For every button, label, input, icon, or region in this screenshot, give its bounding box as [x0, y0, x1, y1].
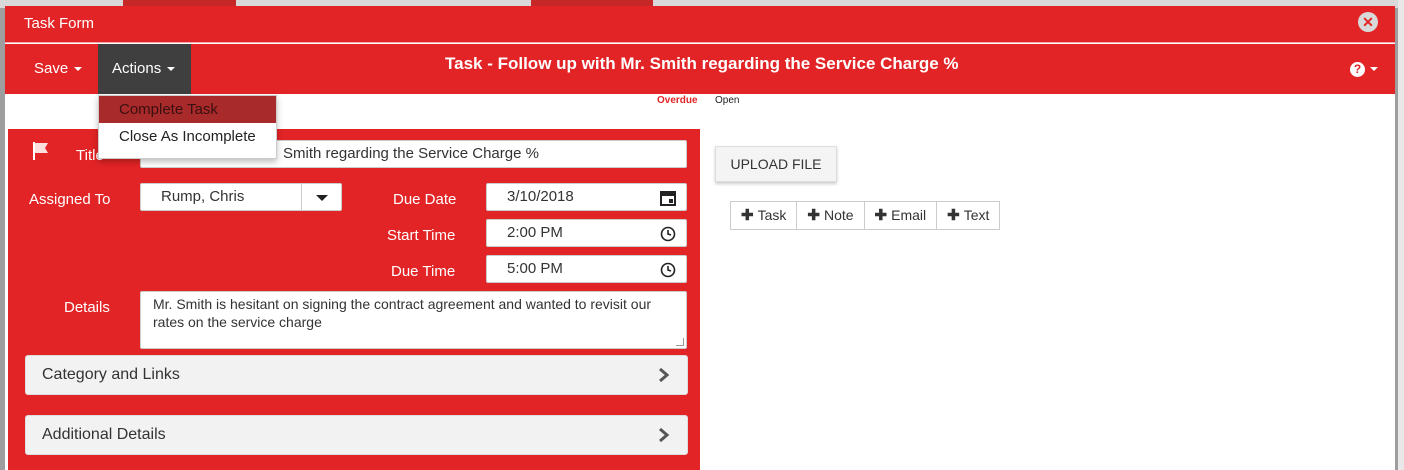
plus-icon: ✚: [807, 207, 820, 224]
clock-icon[interactable]: [660, 262, 676, 278]
add-email-label: Email: [891, 207, 927, 223]
due-date-field[interactable]: 3/10/2018: [486, 183, 687, 211]
due-time-field[interactable]: 5:00 PM: [486, 255, 687, 283]
plus-icon: ✚: [874, 207, 888, 224]
caret-down-icon: [167, 67, 176, 72]
plus-icon: ✚: [947, 207, 960, 224]
add-note-button[interactable]: ✚ Note: [796, 201, 865, 230]
caret-down-icon: [1370, 67, 1378, 72]
modal-title-bar: Task Form ✕: [5, 6, 1395, 43]
caret-down-icon: [74, 67, 83, 72]
flag-icon: [33, 142, 48, 160]
add-item-button-group: ✚ Task ✚ Note ✚ Email ✚ Text: [730, 201, 1001, 230]
assigned-to-select[interactable]: Rump, Chris: [140, 183, 342, 211]
due-time-label: Due Time: [391, 263, 456, 280]
background-app-edge: [1398, 0, 1404, 470]
chevron-right-icon: [659, 367, 670, 383]
add-email-button[interactable]: ✚ Email: [863, 201, 938, 230]
details-value: Mr. Smith is hesitant on signing the con…: [153, 296, 652, 330]
form-toolbar: Save Actions Task - Follow up with Mr. S…: [5, 44, 1395, 94]
start-time-label: Start Time: [387, 227, 456, 244]
additional-details-label: Additional Details: [42, 426, 166, 443]
calendar-icon[interactable]: [660, 190, 676, 206]
add-note-label: Note: [823, 207, 854, 223]
task-form-modal: Task Form ✕ Save Actions Task - Follow u…: [5, 6, 1395, 470]
start-time-value: 2:00 PM: [507, 224, 563, 241]
add-task-button[interactable]: ✚ Task: [730, 201, 798, 230]
modal-title: Task Form: [24, 15, 95, 32]
details-textarea[interactable]: Mr. Smith is hesitant on signing the con…: [140, 291, 687, 349]
task-form-panel: Title Smith regarding the Service Charge…: [8, 129, 700, 470]
close-as-incomplete-menu-item[interactable]: Close As Incomplete: [99, 123, 276, 150]
save-label: Save: [34, 60, 69, 77]
assigned-to-label: Assigned To: [29, 191, 111, 208]
actions-dropdown-menu: Complete Task Close As Incomplete: [98, 95, 277, 159]
due-date-value: 3/10/2018: [507, 188, 574, 205]
help-icon: ?: [1350, 61, 1365, 77]
task-heading: Task - Follow up with Mr. Smith regardin…: [445, 54, 959, 73]
start-time-field[interactable]: 2:00 PM: [486, 219, 687, 247]
assigned-to-value: Rump, Chris: [161, 188, 245, 205]
details-label: Details: [64, 299, 110, 316]
due-time-value: 5:00 PM: [507, 260, 563, 277]
additional-details-section[interactable]: Additional Details: [25, 415, 688, 455]
resize-handle[interactable]: [676, 338, 684, 346]
chevron-right-icon: [659, 427, 670, 443]
category-links-label: Category and Links: [42, 366, 180, 383]
plus-icon: ✚: [741, 207, 754, 224]
status-overdue: Overdue: [657, 95, 698, 106]
add-text-label: Text: [963, 207, 990, 223]
close-icon[interactable]: ✕: [1358, 12, 1378, 32]
clock-icon[interactable]: [660, 226, 676, 242]
caret-down-icon: [301, 184, 341, 210]
actions-label: Actions: [112, 60, 162, 77]
help-menu-button[interactable]: ?: [1350, 60, 1378, 77]
add-task-label: Task: [757, 207, 787, 223]
upload-file-button[interactable]: UPLOAD FILE: [715, 146, 837, 182]
add-text-button[interactable]: ✚ Text: [936, 201, 1001, 230]
actions-button[interactable]: Actions: [98, 44, 191, 94]
due-date-label: Due Date: [393, 191, 457, 208]
category-links-section[interactable]: Category and Links: [25, 355, 688, 395]
status-open: Open: [715, 95, 740, 106]
complete-task-menu-item[interactable]: Complete Task: [99, 96, 276, 123]
save-button[interactable]: Save: [20, 44, 96, 94]
